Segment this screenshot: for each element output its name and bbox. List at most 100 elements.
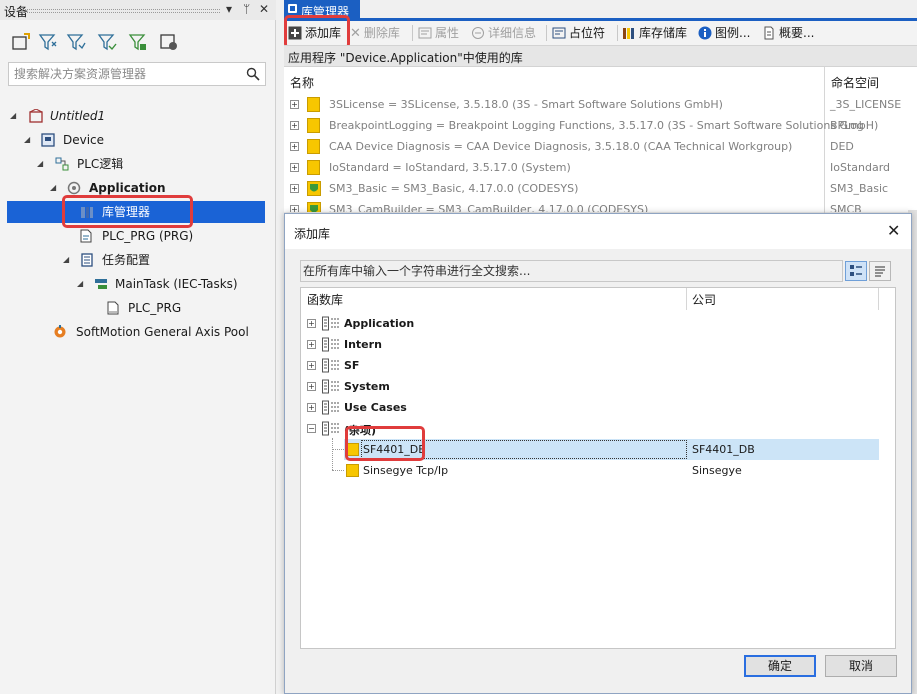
summary-label: 概要... — [779, 26, 815, 40]
expand-plus-icon[interactable]: + — [290, 121, 299, 130]
expand-arrow-icon[interactable]: ◢ — [77, 273, 83, 295]
library-item-sinsegye-tcpip[interactable]: Sinsegye Tcp/Ip Sinsegye — [344, 460, 879, 481]
cancel-button[interactable]: 取消 — [825, 655, 897, 677]
library-row[interactable]: + 3SLicense = 3SLicense, 3.5.18.0 (3S - … — [284, 94, 917, 115]
close-icon[interactable]: ✕ — [887, 221, 900, 240]
details-button[interactable]: 详细信息 — [471, 24, 536, 42]
library-row[interactable]: + IoStandard = IoStandard, 3.5.17.0 (Sys… — [284, 157, 917, 178]
tree-item-untitled1[interactable]: ◢ Untitled1 — [0, 105, 276, 127]
dropdown-icon[interactable]: ▾ — [226, 2, 232, 16]
expand-arrow-icon[interactable]: ◢ — [10, 105, 16, 127]
library-context-header: 应用程序 "Device.Application"中使用的库 — [284, 45, 917, 67]
library-name: SM3_Basic = SM3_Basic, 4.17.0.0 (CODESYS… — [329, 182, 579, 195]
expand-plus-icon[interactable]: + — [307, 361, 316, 370]
devices-panel-header: 设备 ▾ ᛘ ✕ — [0, 0, 276, 20]
collapse-minus-icon[interactable]: − — [307, 424, 316, 433]
library-item-company: SF4401_DB — [692, 443, 755, 456]
column-header-name[interactable]: 名称 — [290, 74, 314, 91]
expand-plus-icon[interactable]: + — [290, 184, 299, 193]
new-folder-icon[interactable] — [11, 32, 31, 52]
category-icon — [322, 337, 339, 352]
library-row[interactable]: + SM3_Basic = SM3_Basic, 4.17.0.0 (CODES… — [284, 178, 917, 199]
ok-button[interactable]: 确定 — [744, 655, 816, 677]
expand-plus-icon[interactable]: + — [307, 319, 316, 328]
search-icon[interactable] — [246, 67, 260, 81]
settings-page-icon[interactable] — [159, 32, 179, 52]
expand-plus-icon[interactable]: + — [307, 403, 316, 412]
tree-item-axis-pool[interactable]: SoftMotion General Axis Pool — [0, 321, 276, 343]
delete-icon: ✕ — [350, 26, 361, 41]
tree-connector — [332, 470, 344, 471]
placeholder-label: 占位符 — [569, 26, 606, 40]
category-item-use-cases[interactable]: + Use Cases — [301, 397, 895, 418]
axis-pool-icon — [54, 325, 66, 338]
library-item-name: Sinsegye Tcp/Ip — [363, 464, 449, 477]
tree-item-label: PLC_PRG (PRG) — [102, 229, 194, 243]
tree-item-plc-prg[interactable]: PLC_PRG (PRG) — [0, 225, 276, 247]
expand-plus-icon[interactable]: + — [307, 382, 316, 391]
properties-button[interactable]: 属性 — [418, 24, 459, 42]
column-divider[interactable] — [686, 288, 687, 310]
pin-icon[interactable]: ᛘ — [243, 2, 250, 16]
tree-item-label: Device — [63, 133, 105, 147]
solution-search-field[interactable] — [8, 62, 266, 86]
filter-icon[interactable] — [66, 32, 86, 52]
category-label: Intern — [344, 338, 382, 351]
library-namespace: SMCB — [830, 203, 862, 212]
category-item-application[interactable]: + Application — [301, 313, 895, 334]
tree-item-plc-prg-call[interactable]: PLC_PRG — [0, 297, 276, 319]
expand-plus-icon[interactable]: + — [290, 142, 299, 151]
category-view-button[interactable] — [845, 261, 867, 281]
tree-item-plc-logic[interactable]: ◢ PLC逻辑 — [0, 153, 276, 175]
expand-plus-icon[interactable]: + — [290, 163, 299, 172]
highlight-library-manager — [62, 195, 193, 228]
category-item-system[interactable]: + System — [301, 376, 895, 397]
library-search-input[interactable] — [303, 264, 823, 278]
expand-arrow-icon[interactable]: ◢ — [24, 129, 30, 151]
solution-search-input[interactable] — [14, 67, 234, 81]
library-repository-button[interactable]: 库存储库 — [622, 24, 687, 42]
filter-check-icon[interactable] — [97, 32, 117, 52]
expand-arrow-icon[interactable]: ◢ — [63, 249, 69, 271]
expand-arrow-icon[interactable]: ◢ — [50, 177, 56, 199]
list-view-button[interactable] — [869, 261, 891, 281]
placeholder-button[interactable]: 占位符 — [552, 24, 605, 42]
header-grip — [22, 9, 220, 13]
expand-plus-icon[interactable]: + — [307, 340, 316, 349]
category-icon — [322, 316, 339, 331]
plc-logic-icon — [55, 157, 69, 171]
library-search-field[interactable] — [300, 260, 843, 282]
summary-button[interactable]: 概要... — [762, 24, 814, 42]
expand-arrow-icon[interactable]: ◢ — [37, 153, 43, 175]
tree-item-maintask[interactable]: ◢ MainTask (IEC-Tasks) — [0, 273, 276, 295]
category-label: Application — [344, 317, 415, 330]
filter-add-icon[interactable] — [38, 32, 58, 52]
library-row[interactable]: + SM3_CamBuilder = SM3_CamBuilder, 4.17.… — [284, 199, 917, 212]
category-item-intern[interactable]: + Intern — [301, 334, 895, 355]
tab-pin-icon — [288, 4, 297, 13]
library-namespace: _3S_LICENSE — [830, 98, 902, 111]
tree-view-icon — [850, 265, 862, 276]
highlight-sf4401-db — [345, 426, 425, 461]
tree-item-task-config[interactable]: ◢ 任务配置 — [0, 249, 276, 271]
expand-plus-icon[interactable]: + — [290, 100, 299, 109]
category-item-sf[interactable]: + SF — [301, 355, 895, 376]
column-header-company[interactable]: 公司 — [692, 291, 716, 308]
application-icon — [67, 181, 81, 195]
toolbar-separator — [546, 25, 547, 41]
library-row[interactable]: + BreakpointLogging = Breakpoint Logging… — [284, 115, 917, 136]
column-header-library[interactable]: 函数库 — [307, 291, 343, 308]
details-icon — [472, 27, 484, 39]
close-icon[interactable]: ✕ — [259, 2, 269, 16]
library-row[interactable]: + CAA Device Diagnosis = CAA Device Diag… — [284, 136, 917, 157]
column-header-namespace[interactable]: 命名空间 — [831, 74, 879, 91]
tree-item-label: SoftMotion General Axis Pool — [76, 325, 249, 339]
expand-plus-icon[interactable]: + — [290, 205, 299, 212]
library-name: BreakpointLogging = Breakpoint Logging F… — [329, 119, 879, 132]
legend-label: 图例... — [715, 26, 751, 40]
legend-button[interactable]: 图例... — [698, 24, 750, 42]
delete-library-button[interactable]: ✕ 删除库 — [350, 24, 400, 42]
filter-clear-icon[interactable] — [128, 32, 148, 52]
task-icon — [95, 279, 107, 289]
tree-item-device[interactable]: ◢ Device — [0, 129, 276, 151]
